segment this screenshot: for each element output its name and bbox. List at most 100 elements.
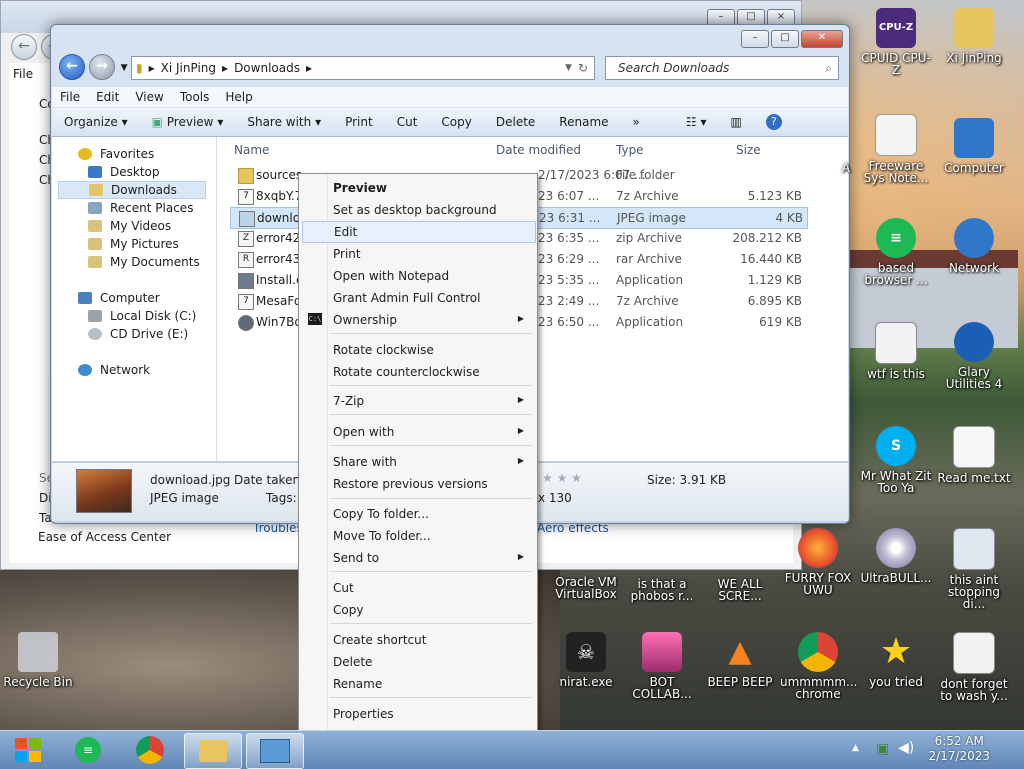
menu-item-rename[interactable]: Rename	[302, 674, 534, 694]
desktop-icon-freeware[interactable]: Freeware Sys Note...	[858, 114, 934, 184]
search-icon[interactable]: ⌕	[825, 57, 832, 79]
menu-item-copy-to-folder[interactable]: Copy To folder...	[302, 504, 534, 524]
refresh-icon[interactable]: ↻	[578, 61, 588, 75]
desktop-icon-recycle-bin[interactable]: Recycle Bin	[0, 632, 76, 688]
desktop-icon-furry-fox[interactable]: FURRY FOX UWU	[780, 528, 856, 596]
delete-button[interactable]: Delete	[484, 115, 547, 129]
desktop-icon-computer[interactable]: Computer	[936, 118, 1012, 174]
desktop-icon-glary[interactable]: Glary Utilities 4	[936, 322, 1012, 390]
breadcrumb-downloads[interactable]: Downloads	[234, 61, 300, 75]
menu-item-open-with-notepad[interactable]: Open with Notepad	[302, 266, 534, 286]
menu-item-share-with[interactable]: Share with ▶	[302, 452, 534, 472]
desktop-icon-wtf[interactable]: wtf is this	[858, 322, 934, 380]
cut-button[interactable]: Cut	[385, 115, 430, 129]
column-name-header[interactable]: Name	[234, 143, 269, 157]
menu-file[interactable]: File	[52, 90, 88, 104]
nav-local-disk[interactable]: Local Disk (C:)	[88, 309, 196, 323]
menu-item-create-shortcut[interactable]: Create shortcut	[302, 630, 534, 650]
taskbar-chrome[interactable]	[122, 733, 178, 767]
nav-my-documents[interactable]: My Documents	[88, 255, 200, 269]
desktop-icon-you-tried[interactable]: ★ you tried	[858, 632, 934, 689]
menu-item-rotate-clockwise[interactable]: Rotate clockwise	[302, 340, 534, 360]
column-date-header[interactable]: Date modified	[496, 143, 581, 157]
nav-recent-places[interactable]: Recent Places	[88, 201, 193, 215]
desktop-icon-cpuz[interactable]: CPU-Z CPUID CPU-Z	[858, 8, 934, 76]
copy-button[interactable]: Copy	[429, 115, 483, 129]
rating-stars[interactable]: ★ ★ ★	[542, 471, 582, 485]
desktop-icon-weall[interactable]: WE ALL SCRE...	[702, 530, 778, 602]
desktop-icon-virtualbox[interactable]: Oracle VM VirtualBox	[548, 530, 624, 600]
taskbar-chat-app[interactable]: ≡	[60, 733, 116, 767]
ease-of-access-link[interactable]: Ease of Access Center	[38, 530, 171, 544]
address-bar[interactable]: ▮ ▸ Xi JinPing ▸ Downloads ▸ ▼ ↻	[131, 56, 595, 80]
desktop-icon-skype[interactable]: S Mr What Zit Too Ya	[858, 426, 934, 494]
search-input[interactable]: Search Downloads ⌕	[605, 56, 839, 80]
desktop-icon-readme[interactable]: Read me.txt	[936, 426, 1012, 484]
menu-item-ownership[interactable]: C:\ Ownership ▶	[302, 310, 534, 330]
desktop-icon-ultrabull[interactable]: UltraBULL...	[858, 528, 934, 584]
nav-downloads[interactable]: Downloads	[58, 181, 206, 199]
menu-item-cut[interactable]: Cut	[302, 578, 534, 598]
menu-item-set-desktop-background[interactable]: Set as desktop background	[302, 200, 534, 220]
nav-my-pictures[interactable]: My Pictures	[88, 237, 179, 251]
menu-item-7zip[interactable]: 7-Zip ▶	[302, 391, 534, 411]
menu-item-open-with[interactable]: Open with ▶	[302, 422, 534, 442]
nav-cd-drive[interactable]: CD Drive (E:)	[88, 327, 188, 341]
bg-menu-file[interactable]: File	[13, 67, 33, 81]
column-type-header[interactable]: Type	[616, 143, 644, 157]
nav-desktop[interactable]: Desktop	[88, 165, 160, 179]
menu-item-properties[interactable]: Properties	[302, 704, 534, 724]
menu-item-send-to[interactable]: Send to ▶	[302, 548, 534, 568]
menu-view[interactable]: View	[127, 90, 171, 104]
rename-button[interactable]: Rename	[547, 115, 620, 129]
desktop-icon-nirat[interactable]: ☠ nirat.exe	[548, 632, 624, 688]
preview-button[interactable]: ▣ Preview ▾	[140, 115, 236, 129]
desktop-icon-this-aint[interactable]: this aint stopping di...	[936, 528, 1012, 610]
close-button[interactable]: ✕	[801, 30, 843, 48]
desktop-icon-based-browser[interactable]: ≡ based browser ...	[858, 218, 934, 286]
menu-item-copy[interactable]: Copy	[302, 600, 534, 620]
menu-item-restore-versions[interactable]: Restore previous versions	[302, 474, 534, 494]
desktop-icon-dont-forget[interactable]: dont forget to wash y...	[936, 632, 1012, 702]
nav-favorites[interactable]: Favorites	[78, 147, 154, 161]
menu-help[interactable]: Help	[217, 90, 260, 104]
desktop-icon-network[interactable]: Network	[936, 218, 1012, 274]
menu-item-rotate-counterclockwise[interactable]: Rotate counterclockwise	[302, 362, 534, 382]
chevron-down-icon[interactable]: ▼	[121, 63, 128, 73]
menu-edit[interactable]: Edit	[88, 90, 127, 104]
help-button[interactable]: ?	[754, 114, 794, 130]
taskbar-control-panel[interactable]	[246, 733, 304, 769]
print-button[interactable]: Print	[333, 115, 385, 129]
network-status-icon[interactable]: ▣	[876, 741, 889, 757]
nav-network[interactable]: Network	[78, 363, 150, 377]
desktop-icon-phobos[interactable]: is that a phobos r...	[624, 530, 700, 602]
nav-my-videos[interactable]: My Videos	[88, 219, 171, 233]
minimize-button[interactable]: –	[741, 30, 769, 48]
start-button[interactable]	[0, 733, 56, 767]
volume-icon[interactable]: ◀)	[898, 740, 914, 756]
desktop-icon-bot-collab[interactable]: BOT COLLAB...	[624, 632, 700, 700]
forward-icon[interactable]: →	[88, 54, 115, 80]
show-hidden-icons-icon[interactable]: ▲	[852, 743, 859, 753]
desktop-icon-user-folder[interactable]: Xi JinPing	[936, 8, 1012, 64]
column-size-header[interactable]: Size	[736, 143, 761, 157]
menu-item-delete[interactable]: Delete	[302, 652, 534, 672]
maximize-button[interactable]: □	[771, 30, 799, 48]
breadcrumb-user[interactable]: Xi JinPing	[161, 61, 216, 75]
menu-item-print[interactable]: Print	[302, 244, 534, 264]
preview-pane-button[interactable]: ▥	[718, 115, 753, 129]
nav-computer[interactable]: Computer	[78, 291, 160, 305]
menu-item-edit[interactable]: Edit	[302, 221, 536, 243]
organize-button[interactable]: Organize ▾	[52, 115, 140, 129]
desktop-icon-beep-beep[interactable]: ▲ BEEP BEEP	[702, 632, 778, 689]
clock[interactable]: 6:52 AM 2/17/2023	[928, 734, 990, 764]
menu-item-preview[interactable]: Preview	[302, 178, 534, 198]
view-options-button[interactable]: ☷ ▾	[674, 115, 719, 129]
desktop-icon-partial[interactable]: A	[836, 162, 856, 174]
menu-tools[interactable]: Tools	[172, 90, 218, 104]
menu-item-move-to-folder[interactable]: Move To folder...	[302, 526, 534, 546]
more-commands-button[interactable]: »	[621, 115, 652, 129]
share-with-button[interactable]: Share with ▾	[235, 115, 333, 129]
menu-item-grant-admin[interactable]: Grant Admin Full Control	[302, 288, 534, 308]
chevron-down-icon[interactable]: ▼	[565, 63, 572, 73]
